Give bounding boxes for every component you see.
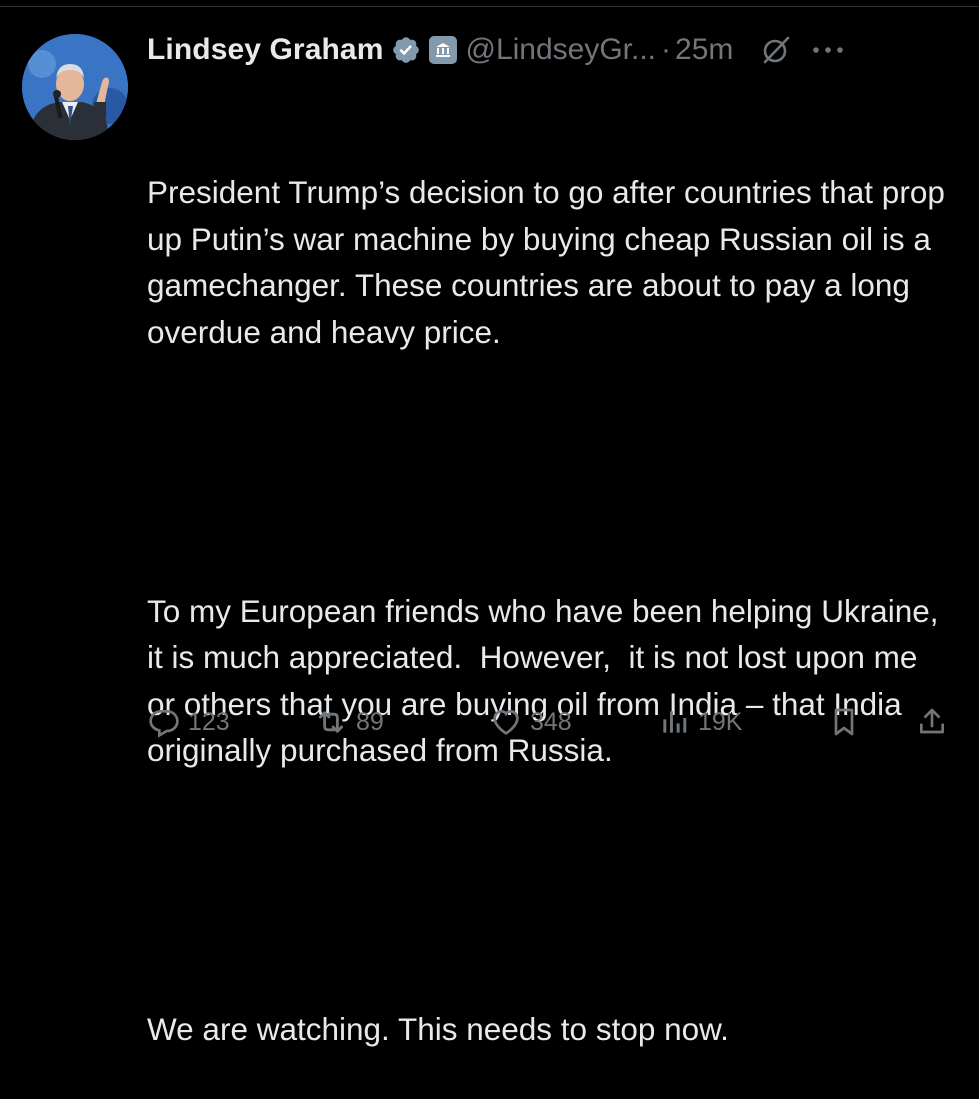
avatar-photo [22,34,128,140]
tweet-paragraph: We are watching. This needs to stop now. [147,1011,729,1047]
repost-button[interactable]: 89 [314,700,384,744]
timestamp[interactable]: 25m [675,33,733,67]
views-count: 19K [698,707,743,736]
like-button[interactable]: 348 [490,700,572,744]
repost-count: 89 [356,707,384,736]
bookmark-button[interactable] [828,700,860,744]
author-name[interactable]: Lindsey Graham [147,33,383,67]
paragraph-spacer [147,867,947,914]
author-handle[interactable]: @LindseyGr... [465,33,656,67]
grok-icon[interactable] [759,33,793,67]
reply-icon [148,706,180,738]
reply-count: 123 [188,707,230,736]
repost-icon [314,705,348,739]
separator-dot: · [661,33,672,66]
bookmark-icon [828,705,860,739]
heart-icon [490,706,522,738]
views-button[interactable]: 19K [658,700,742,744]
tweet-text: President Trump’s decision to go after c… [147,76,947,1099]
views-icon [658,706,690,738]
more-options-icon[interactable] [811,44,845,56]
avatar[interactable] [22,34,128,140]
government-building-icon[interactable] [429,36,458,64]
share-icon [916,705,948,739]
tweet-paragraph: To my European friends who have been hel… [147,592,948,769]
verified-badge-icon[interactable] [391,35,421,65]
reply-button[interactable]: 123 [148,700,230,744]
share-button[interactable] [916,700,948,744]
top-divider [0,6,979,7]
tweet-actions: 123 89 348 19K [148,700,958,744]
like-count: 348 [530,707,572,736]
tweet-header: Lindsey Graham @LindseyGr... · 25m [147,26,967,74]
tweet-paragraph: President Trump’s decision to go after c… [147,174,954,350]
paragraph-spacer [147,448,947,495]
